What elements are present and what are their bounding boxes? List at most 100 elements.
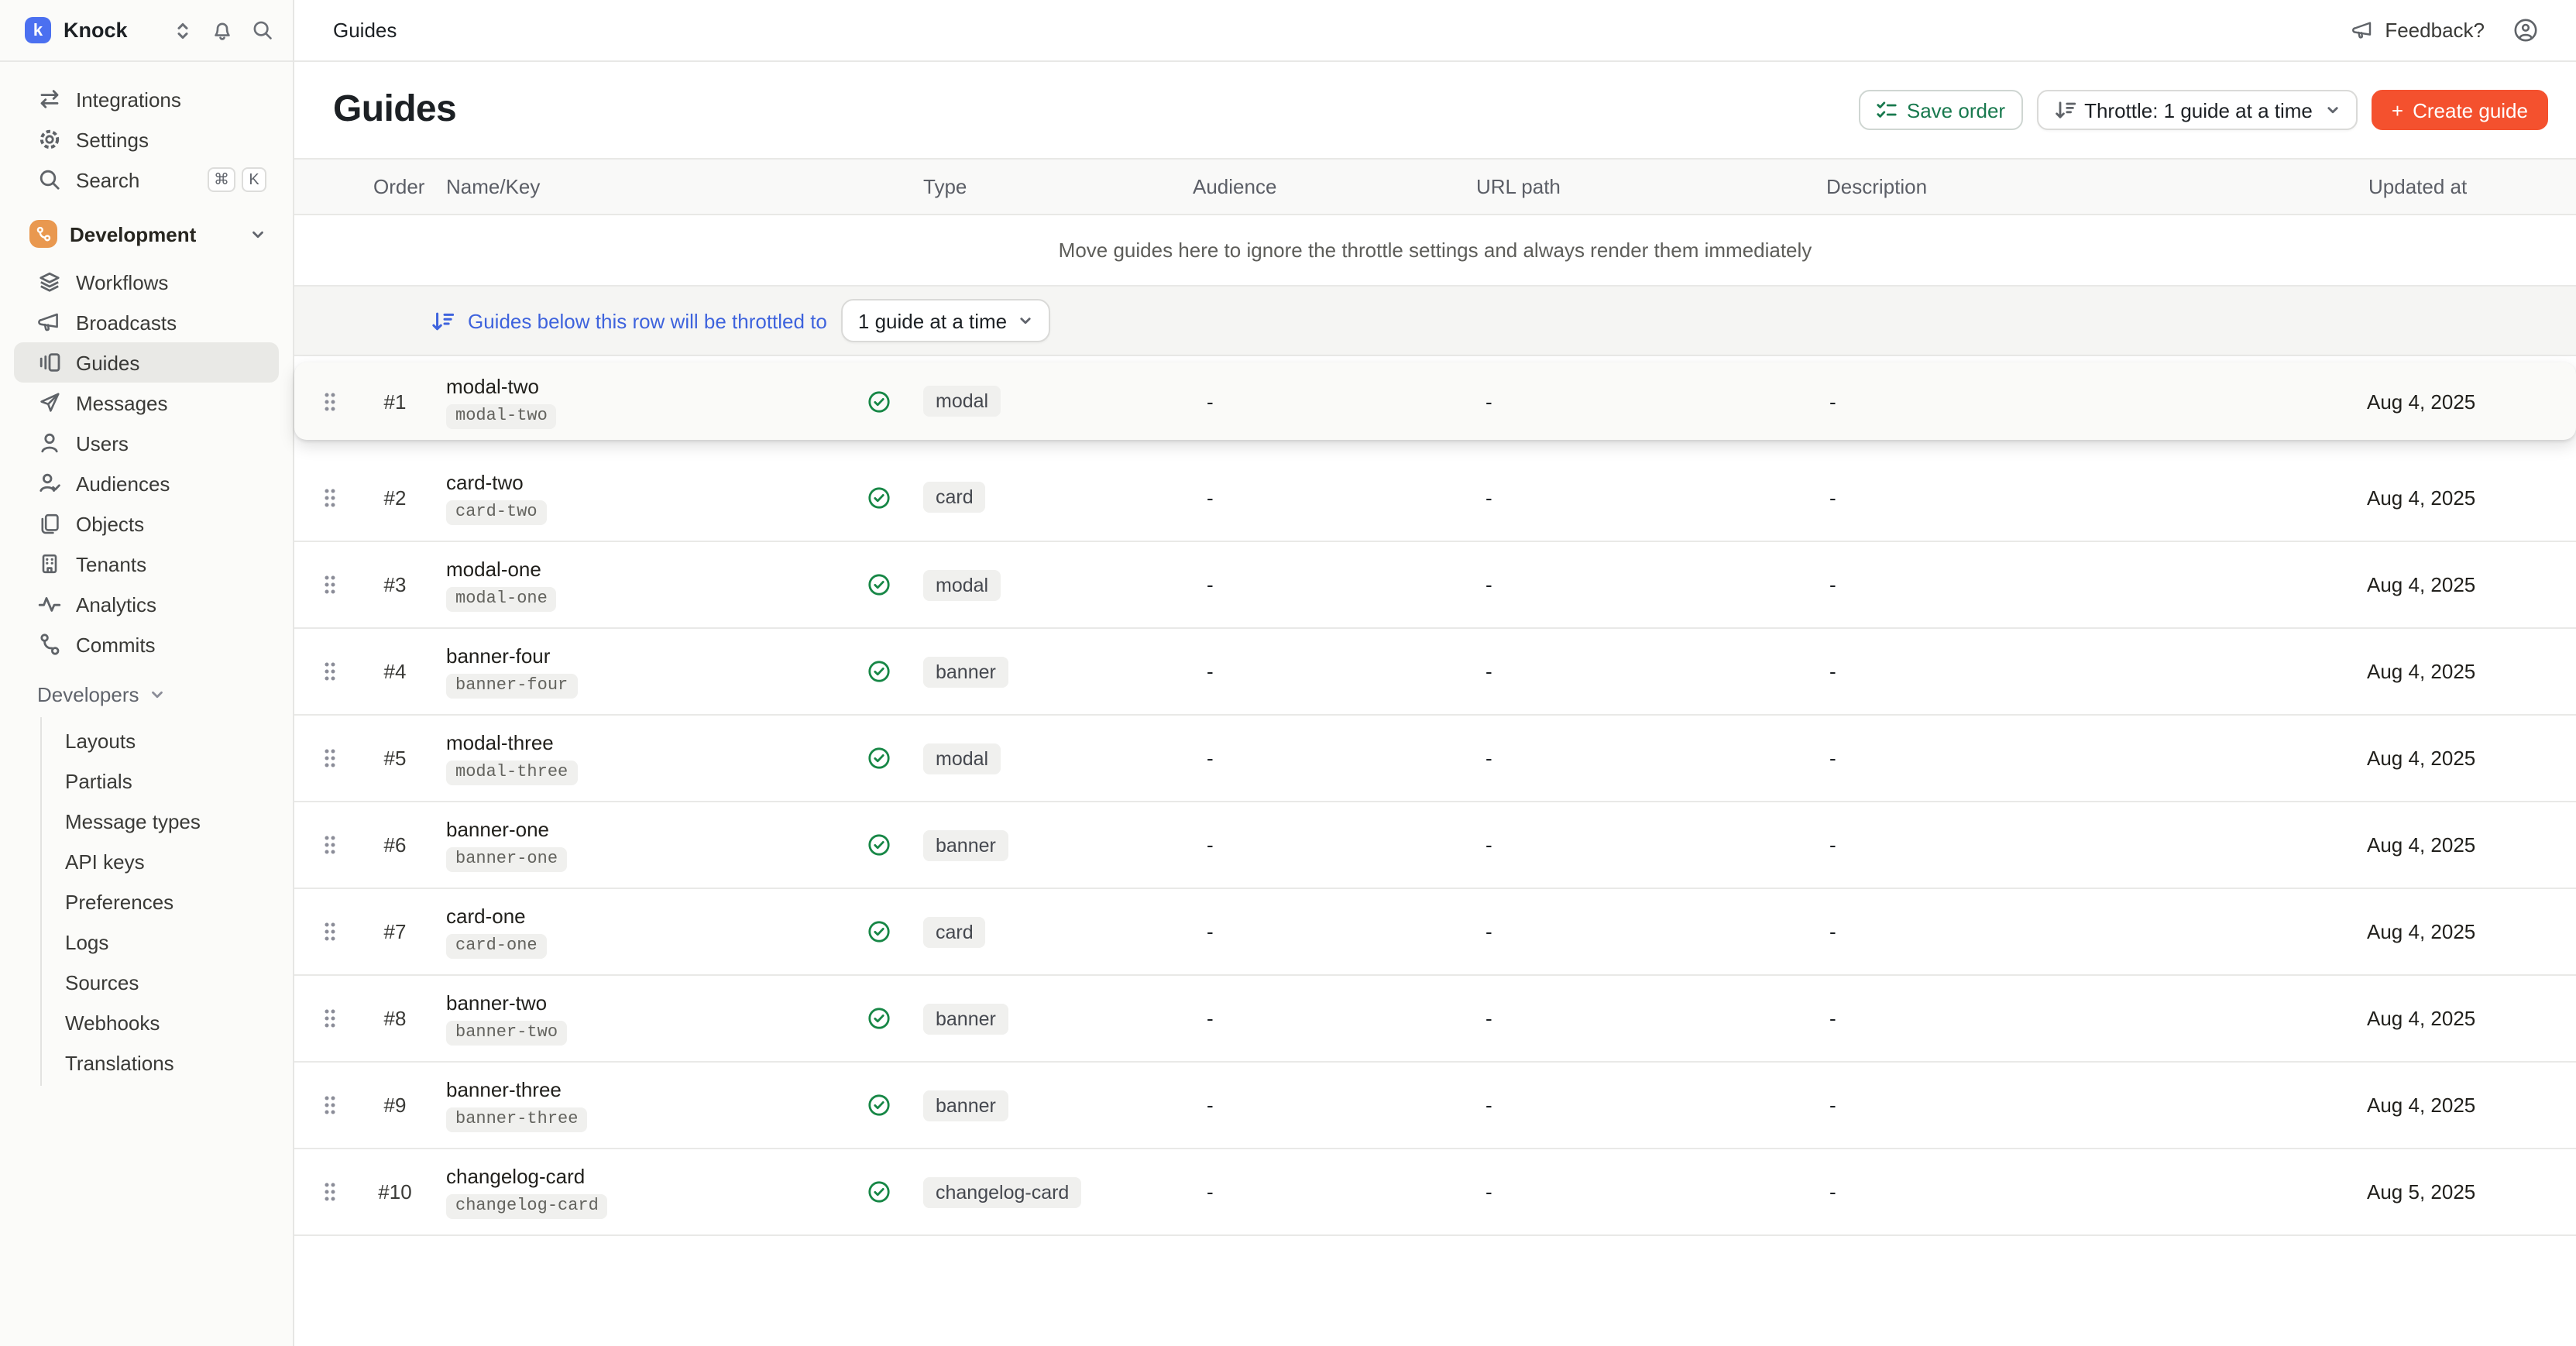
throttle-amount-select[interactable]: 1 guide at a time — [841, 299, 1050, 342]
search-icon[interactable] — [251, 19, 274, 42]
sidebar-item-analytics[interactable]: Analytics — [14, 584, 279, 624]
drag-handle-icon[interactable] — [322, 920, 338, 943]
url-path-value: - — [1476, 390, 1826, 413]
throttle-setting-button[interactable]: Throttle: 1 guide at a time — [2036, 90, 2358, 130]
guide-key-badge: modal-two — [446, 403, 557, 428]
updated-at-value: Aug 4, 2025 — [2353, 486, 2576, 509]
table-row[interactable]: #4 banner-four banner-four banner - - - … — [294, 627, 2576, 714]
sidebar-item-label: Analytics — [76, 592, 266, 616]
app-window: k Knock Integrations — [0, 0, 2576, 1346]
guide-name[interactable]: banner-two — [446, 991, 547, 1015]
column-header-audience: Audience — [1193, 175, 1476, 198]
url-path-value: - — [1476, 486, 1826, 509]
sidebar-item-layouts[interactable]: Layouts — [42, 720, 293, 761]
guide-name[interactable]: changelog-card — [446, 1165, 585, 1188]
guide-name[interactable]: banner-four — [446, 644, 550, 668]
chevron-down-icon — [1018, 313, 1033, 328]
drag-handle-icon[interactable] — [322, 1180, 338, 1204]
sidebar-item-messages[interactable]: Messages — [14, 383, 279, 423]
workspace-switcher-icon[interactable] — [172, 19, 194, 41]
sidebar-item-partials[interactable]: Partials — [42, 761, 293, 801]
url-path-value: - — [1476, 573, 1826, 596]
sidebar-item-workflows[interactable]: Workflows — [14, 262, 279, 302]
row-order-number: #3 — [366, 573, 431, 596]
account-circle-icon — [2512, 17, 2539, 43]
workspace-name: Knock — [64, 19, 172, 42]
sidebar-item-integrations[interactable]: Integrations — [14, 79, 279, 119]
sort-descending-icon — [431, 309, 454, 332]
developers-section-toggle[interactable]: Developers — [14, 674, 279, 714]
guide-name[interactable]: modal-two — [446, 374, 539, 397]
status-active-check-icon — [867, 920, 891, 943]
sidebar-item-label: Tenants — [76, 552, 266, 575]
guide-name[interactable]: banner-one — [446, 818, 549, 841]
column-header-description: Description — [1826, 175, 2353, 198]
guide-name[interactable]: card-one — [446, 905, 526, 928]
sidebar-item-preferences[interactable]: Preferences — [42, 881, 293, 922]
audience-value: - — [1193, 486, 1476, 509]
sidebar-item-label: Users — [76, 431, 266, 455]
sidebar-item-broadcasts[interactable]: Broadcasts — [14, 302, 279, 342]
account-menu-button[interactable] — [2512, 17, 2539, 43]
sidebar-item-guides[interactable]: Guides — [14, 342, 279, 383]
sidebar-item-label: Audiences — [76, 472, 266, 495]
updated-at-value: Aug 4, 2025 — [2353, 390, 2576, 413]
guide-name[interactable]: modal-one — [446, 558, 541, 581]
table-row[interactable]: #8 banner-two banner-two banner - - - Au… — [294, 974, 2576, 1061]
drag-handle-icon[interactable] — [322, 1007, 338, 1030]
table-row[interactable]: #9 banner-three banner-three banner - - … — [294, 1061, 2576, 1148]
create-guide-button[interactable]: + Create guide — [2372, 90, 2548, 130]
throttle-divider-label: Guides below this row will be throttled … — [468, 309, 827, 332]
table-row[interactable]: #7 card-one card-one card - - - Aug 4, 2… — [294, 888, 2576, 974]
guide-type-badge: modal — [923, 386, 1001, 417]
main-content: Guides Feedback? Guides — [294, 0, 2576, 1346]
guide-key-badge: card-two — [446, 500, 547, 524]
table-row[interactable]: #3 modal-one modal-one modal - - - Aug 4… — [294, 541, 2576, 627]
description-value: - — [1826, 1180, 2353, 1204]
drag-handle-icon[interactable] — [322, 486, 338, 509]
notifications-bell-icon[interactable] — [211, 19, 234, 42]
sidebar-item-api-keys[interactable]: API keys — [42, 841, 293, 881]
row-order-number: #4 — [366, 660, 431, 683]
user-check-icon — [37, 471, 62, 496]
drag-handle-icon[interactable] — [322, 573, 338, 596]
sidebar-item-users[interactable]: Users — [14, 423, 279, 463]
layers-icon — [37, 270, 62, 294]
sidebar-item-objects[interactable]: Objects — [14, 503, 279, 544]
sidebar-item-translations[interactable]: Translations — [42, 1042, 293, 1083]
table-row[interactable]: #10 changelog-card changelog-card change… — [294, 1148, 2576, 1234]
sidebar-item-webhooks[interactable]: Webhooks — [42, 1002, 293, 1042]
save-order-button[interactable]: Save order — [1859, 90, 2022, 130]
table-rows: #1 modal-two modal-two modal - - - Aug 4… — [294, 356, 2576, 1236]
guide-type-badge: banner — [923, 656, 1008, 687]
guide-key-badge: banner-one — [446, 847, 567, 872]
sidebar-item-search[interactable]: Search ⌘ K — [14, 160, 279, 200]
table-row[interactable]: #1 modal-two modal-two modal - - - Aug 4… — [294, 362, 2576, 440]
throttle-divider-link[interactable]: Guides below this row will be throttled … — [431, 309, 827, 332]
drag-handle-icon[interactable] — [322, 390, 338, 413]
environment-switcher-development[interactable]: Development — [14, 214, 279, 254]
plus-icon: + — [2392, 98, 2403, 122]
drag-handle-icon[interactable] — [322, 660, 338, 683]
drag-handle-icon[interactable] — [322, 747, 338, 770]
sidebar-item-logs[interactable]: Logs — [42, 922, 293, 962]
guide-name[interactable]: card-two — [446, 470, 524, 493]
sidebar-item-sources[interactable]: Sources — [42, 962, 293, 1002]
sidebar-item-audiences[interactable]: Audiences — [14, 463, 279, 503]
sidebar-item-settings[interactable]: Settings — [14, 119, 279, 160]
guide-name[interactable]: modal-three — [446, 731, 554, 754]
sidebar-item-tenants[interactable]: Tenants — [14, 544, 279, 584]
drag-handle-icon[interactable] — [322, 833, 338, 857]
sidebar-item-message-types[interactable]: Message types — [42, 801, 293, 841]
drag-handle-icon[interactable] — [322, 1094, 338, 1117]
guide-name[interactable]: banner-three — [446, 1078, 562, 1101]
table-row[interactable]: #5 modal-three modal-three modal - - - A… — [294, 714, 2576, 801]
search-shortcut: ⌘ K — [208, 167, 266, 192]
breadcrumb: Guides — [333, 19, 397, 42]
feedback-button[interactable]: Feedback? — [2351, 19, 2485, 42]
chevron-down-icon — [149, 685, 166, 702]
status-active-check-icon — [867, 747, 891, 770]
table-row[interactable]: #2 card-two card-two card - - - Aug 4, 2… — [294, 454, 2576, 541]
sidebar-item-commits[interactable]: Commits — [14, 624, 279, 664]
table-row[interactable]: #6 banner-one banner-one banner - - - Au… — [294, 801, 2576, 888]
